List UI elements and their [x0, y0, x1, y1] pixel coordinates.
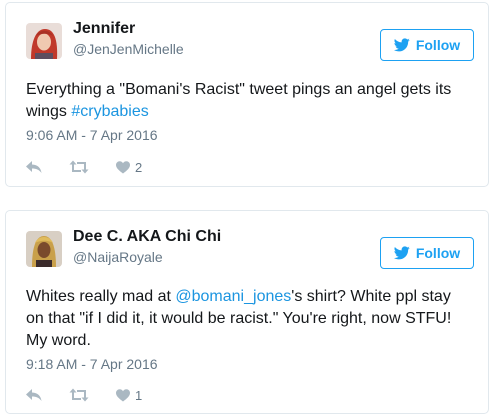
tweet-text-body: Whites really mad at — [26, 288, 176, 305]
avatar[interactable] — [26, 23, 62, 59]
tweet-card: Jennifer @JenJenMichelle Follow Everythi… — [5, 2, 489, 187]
like-count: 1 — [135, 387, 143, 403]
like-icon — [116, 160, 130, 173]
hashtag-link[interactable]: #crybabies — [71, 103, 148, 120]
avatar[interactable] — [26, 231, 62, 267]
reply-button[interactable] — [26, 160, 42, 174]
tweet-card: Dee C. AKA Chi Chi @NaijaRoyale Follow W… — [5, 210, 489, 414]
retweet-button[interactable] — [69, 160, 89, 174]
display-name[interactable]: Jennifer — [73, 20, 135, 38]
follow-button[interactable]: Follow — [380, 29, 474, 61]
retweet-button[interactable] — [69, 388, 89, 402]
timestamp[interactable]: 9:06 AM - 7 Apr 2016 — [26, 127, 158, 143]
user-handle[interactable]: @NaijaRoyale — [73, 249, 163, 265]
user-handle[interactable]: @JenJenMichelle — [73, 41, 184, 57]
action-bar: 2 — [26, 157, 169, 177]
reply-button[interactable] — [26, 388, 42, 402]
follow-label: Follow — [415, 245, 461, 261]
mention-link[interactable]: @bomani_jones — [175, 288, 291, 305]
like-icon — [116, 388, 130, 401]
tweet-text: Whites really mad at @bomani_jones's shi… — [26, 286, 468, 352]
retweet-icon — [69, 160, 89, 174]
reply-icon — [26, 161, 42, 173]
retweet-icon — [69, 388, 89, 402]
timestamp[interactable]: 9:18 AM - 7 Apr 2016 — [26, 356, 158, 372]
display-name[interactable]: Dee C. AKA Chi Chi — [73, 228, 221, 246]
tweet-text: Everything a "Bomani's Racist" tweet pin… — [26, 79, 468, 123]
follow-button[interactable]: Follow — [380, 237, 474, 269]
twitter-bird-icon — [393, 38, 410, 52]
follow-label: Follow — [415, 37, 461, 53]
twitter-bird-icon — [393, 246, 410, 260]
action-bar: 1 — [26, 385, 169, 405]
like-count: 2 — [135, 159, 143, 175]
like-button[interactable]: 2 — [116, 160, 142, 175]
reply-icon — [26, 389, 42, 401]
like-button[interactable]: 1 — [116, 388, 142, 403]
